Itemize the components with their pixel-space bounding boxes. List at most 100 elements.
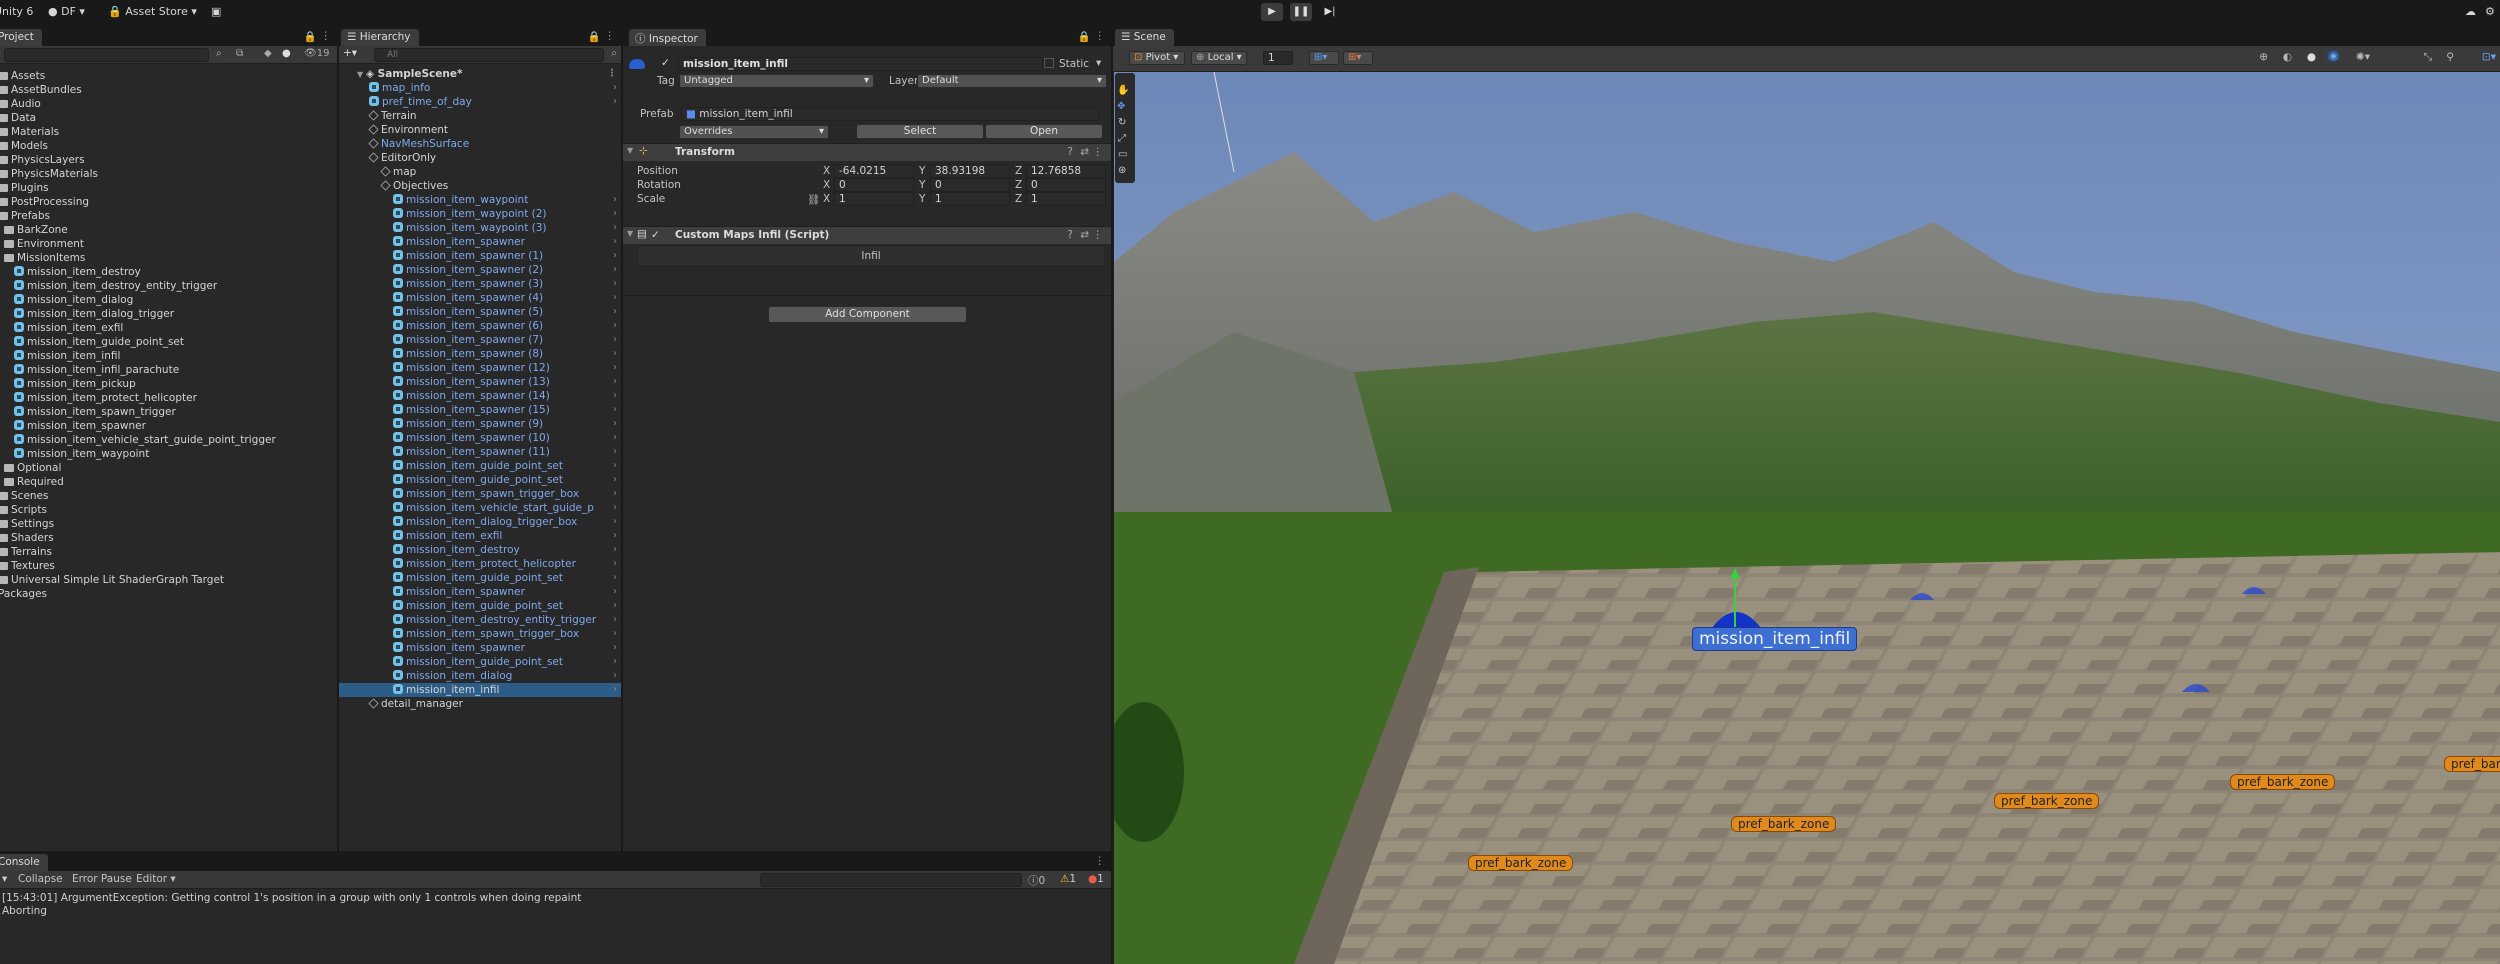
chevron-right-icon[interactable]: › — [613, 669, 617, 683]
hierarchy-item[interactable]: mission_item_spawn_trigger_box › — [339, 627, 621, 641]
project-item[interactable]: Data — [0, 111, 36, 125]
chevron-right-icon[interactable]: › — [613, 375, 617, 389]
tag-dropdown[interactable]: Untagged ▾ — [679, 74, 874, 88]
draw-mode-icon[interactable]: ⊕ — [2259, 51, 2268, 63]
script-enabled-checkbox[interactable]: ✓ — [651, 229, 660, 241]
hierarchy-item[interactable]: mission_item_spawner › — [339, 235, 621, 249]
position-z-field[interactable]: 12.76858 — [1026, 164, 1106, 178]
project-item[interactable]: Plugins — [0, 181, 49, 195]
preset-icon[interactable]: ⇄ — [1080, 229, 1089, 241]
kebab-menu-icon[interactable]: ⋮ — [321, 30, 332, 42]
project-item[interactable]: Textures — [0, 559, 55, 573]
project-item[interactable]: mission_item_infil — [14, 349, 120, 363]
grid-snap-dropdown[interactable]: ⊞▾ — [1309, 51, 1339, 65]
select-button[interactable]: Select — [856, 124, 984, 139]
project-item[interactable]: Required — [4, 475, 64, 489]
hierarchy-item[interactable]: mission_item_spawn_trigger_box › — [339, 487, 621, 501]
chevron-right-icon[interactable]: › — [613, 599, 617, 613]
preset-icon[interactable]: ⇄ — [1080, 146, 1089, 158]
error-pause-button[interactable]: Error Pause — [72, 873, 132, 885]
open-button[interactable]: Open — [985, 124, 1103, 139]
bark-zone-label[interactable]: pref_bark_zone — [1994, 793, 2100, 809]
hierarchy-item[interactable]: mission_item_destroy_entity_trigger › — [339, 613, 621, 627]
position-y-field[interactable]: 38.93198 — [930, 164, 1010, 178]
project-item[interactable]: Models — [0, 139, 48, 153]
tab-hierarchy[interactable]: ☰ Hierarchy — [341, 29, 419, 46]
chevron-right-icon[interactable]: › — [613, 221, 617, 235]
transform-tool-icon[interactable]: ⊛ — [1118, 165, 1126, 176]
rotation-x-field[interactable]: 0 — [834, 178, 914, 192]
rotation-y-field[interactable]: 0 — [930, 178, 1010, 192]
clear-dropdown-arrow[interactable]: ▾ — [2, 873, 7, 885]
hierarchy-item[interactable]: mission_item_waypoint › — [339, 193, 621, 207]
prefab-object-field[interactable]: ■ mission_item_infil — [681, 107, 1099, 121]
constrain-proportions-icon[interactable]: ⛓ — [807, 193, 820, 206]
hierarchy-item[interactable]: mission_item_guide_point_set › — [339, 473, 621, 487]
project-item[interactable]: mission_item_dialog — [14, 293, 133, 307]
cloud-icon[interactable]: ☁ — [2465, 5, 2476, 18]
hierarchy-search-input[interactable]: All — [374, 48, 604, 62]
project-item[interactable]: Audio — [0, 97, 41, 111]
filter-icon[interactable]: ⧉ — [236, 48, 243, 59]
hierarchy-item[interactable]: pref_time_of_day › — [339, 95, 621, 109]
project-root-assets[interactable]: Assets — [0, 69, 45, 83]
project-item[interactable]: Terrains — [0, 545, 52, 559]
chevron-right-icon[interactable]: › — [613, 445, 617, 459]
hierarchy-item[interactable]: mission_item_spawner (1) › — [339, 249, 621, 263]
console-search-input[interactable] — [760, 873, 1022, 887]
hierarchy-item[interactable]: mission_item_spawner (15) › — [339, 403, 621, 417]
chevron-right-icon[interactable]: › — [613, 473, 617, 487]
project-item[interactable]: Prefabs — [0, 209, 50, 223]
chevron-right-icon[interactable]: › — [613, 263, 617, 277]
pause-button[interactable]: ❚❚ — [1290, 3, 1312, 21]
hierarchy-item[interactable]: mission_item_guide_point_set › — [339, 655, 621, 669]
audio-toggle-icon[interactable]: ⚲ — [2446, 51, 2454, 63]
chevron-right-icon[interactable]: › — [613, 389, 617, 403]
chevron-right-icon[interactable]: › — [613, 627, 617, 641]
selected-object-label[interactable]: mission_item_infil — [1692, 627, 1858, 651]
bark-zone-label[interactable]: pref_bark — [2444, 756, 2500, 772]
hierarchy-item[interactable]: mission_item_vehicle_start_guide_p › — [339, 501, 621, 515]
hierarchy-item[interactable]: mission_item_exfil › — [339, 529, 621, 543]
scale-tool-icon[interactable]: ⤢ — [1118, 133, 1126, 144]
log-count-toggle[interactable]: ⓘ0 — [1028, 873, 1045, 888]
hierarchy-item[interactable]: mission_item_destroy › — [339, 543, 621, 557]
chevron-right-icon[interactable]: › — [613, 249, 617, 263]
account-dropdown[interactable]: ● DF ▾ — [48, 5, 85, 18]
scene-viewport[interactable]: ✋ ✥ ↻ ⤢ ▭ ⊛ mission_item_infil pref_bark… — [1114, 72, 2500, 964]
hierarchy-item[interactable]: EditorOnly — [339, 151, 621, 165]
project-item[interactable]: mission_item_spawner — [14, 419, 146, 433]
hierarchy-item[interactable]: mission_item_spawner › — [339, 641, 621, 655]
scale-y-field[interactable]: 1 — [930, 192, 1010, 206]
chevron-right-icon[interactable]: › — [613, 529, 617, 543]
chevron-right-icon[interactable]: › — [613, 571, 617, 585]
project-item[interactable]: PostProcessing — [0, 195, 89, 209]
add-component-button[interactable]: Add Component — [768, 306, 967, 323]
chevron-right-icon[interactable]: › — [613, 585, 617, 599]
2d-toggle-icon[interactable]: ⤡ — [2424, 51, 2432, 64]
transform-header[interactable]: ▼ ⊹ Transform ? ⇄ ⋮ — [623, 143, 1111, 161]
shading-wire-icon[interactable]: ◐ — [2283, 51, 2292, 63]
chevron-right-icon[interactable]: › — [613, 333, 617, 347]
chevron-right-icon[interactable]: › — [613, 683, 617, 697]
layer-dropdown[interactable]: Default ▾ — [917, 74, 1107, 88]
bark-zone-label[interactable]: pref_bark_zone — [1468, 855, 1574, 871]
chevron-right-icon[interactable]: › — [613, 277, 617, 291]
help-icon[interactable]: ? — [1067, 229, 1073, 241]
project-item[interactable]: MissionItems — [4, 251, 85, 265]
shading-textured-icon[interactable]: ◉ — [2326, 50, 2340, 62]
hierarchy-item[interactable]: mission_item_spawner (9) › — [339, 417, 621, 431]
hierarchy-item[interactable]: mission_item_spawner (7) › — [339, 333, 621, 347]
add-object-button[interactable]: +▾ — [343, 47, 357, 59]
hierarchy-item[interactable]: mission_item_spawner (11) › — [339, 445, 621, 459]
project-item[interactable]: Scenes — [0, 489, 48, 503]
help-icon[interactable]: ? — [1067, 146, 1073, 158]
chevron-right-icon[interactable]: › — [613, 361, 617, 375]
chevron-right-icon[interactable]: › — [613, 193, 617, 207]
search-options-icon[interactable]: ⌕ — [611, 47, 617, 60]
project-item[interactable]: mission_item_destroy_entity_trigger — [14, 279, 217, 293]
script-header[interactable]: ▼ ▤ ✓ Custom Maps Infil (Script) ? ⇄ ⋮ — [623, 226, 1111, 244]
project-item[interactable]: mission_item_destroy — [14, 265, 141, 279]
kebab-menu-icon[interactable]: ⋮ — [1095, 30, 1106, 42]
play-button[interactable]: ▶ — [1261, 3, 1283, 21]
